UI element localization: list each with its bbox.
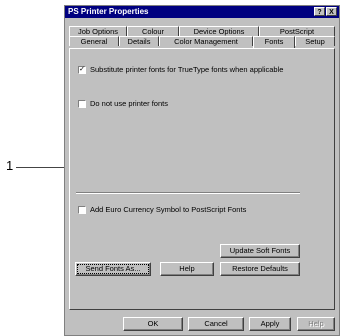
separator [76,192,300,194]
euro-symbol-label: Add Euro Currency Symbol to PostScript F… [90,205,247,214]
help-icon[interactable]: ? [314,7,325,16]
title-bar: PS Printer Properties ? X [65,6,339,18]
callout-number: 1 [6,158,14,173]
cancel-button[interactable]: Cancel [188,317,244,331]
tab-colour[interactable]: Colour [127,26,179,36]
apply-button[interactable]: Apply [249,317,291,331]
fonts-panel: ✓ Substitute printer fonts for TrueType … [69,48,335,310]
update-soft-fonts-button[interactable]: Update Soft Fonts [220,244,300,258]
ok-button[interactable]: OK [123,317,183,331]
do-not-use-printer-fonts-checkbox[interactable] [78,99,86,108]
tab-setup[interactable]: Setup [295,36,335,46]
tab-postscript[interactable]: PostScript [259,26,335,36]
tab-fonts[interactable]: Fonts [253,36,295,48]
close-icon[interactable]: X [326,7,337,16]
euro-symbol-checkbox[interactable] [78,205,86,214]
restore-defaults-button[interactable]: Restore Defaults [220,262,300,276]
tab-job-options[interactable]: Job Options [69,26,127,36]
window-title: PS Printer Properties [68,7,149,16]
substitute-fonts-option[interactable]: ✓ Substitute printer fonts for TrueType … [78,65,283,74]
do-not-use-printer-fonts-option[interactable]: Do not use printer fonts [78,99,168,108]
do-not-use-printer-fonts-label: Do not use printer fonts [90,99,168,108]
send-fonts-as-button[interactable]: Send Fonts As... [75,262,151,276]
printer-properties-window: PS Printer Properties ? X Job Options Co… [64,5,340,336]
substitute-fonts-label: Substitute printer fonts for TrueType fo… [90,65,284,74]
footer-help-button[interactable]: Help [297,317,335,331]
tab-color-management[interactable]: Color Management [159,36,253,46]
substitute-fonts-checkbox[interactable]: ✓ [78,65,86,74]
tab-details[interactable]: Details [119,36,159,46]
callout-line [16,167,66,168]
tab-general[interactable]: General [69,36,119,46]
euro-symbol-option[interactable]: Add Euro Currency Symbol to PostScript F… [78,205,246,214]
help-button[interactable]: Help [160,262,214,276]
tab-device-options[interactable]: Device Options [179,26,259,36]
